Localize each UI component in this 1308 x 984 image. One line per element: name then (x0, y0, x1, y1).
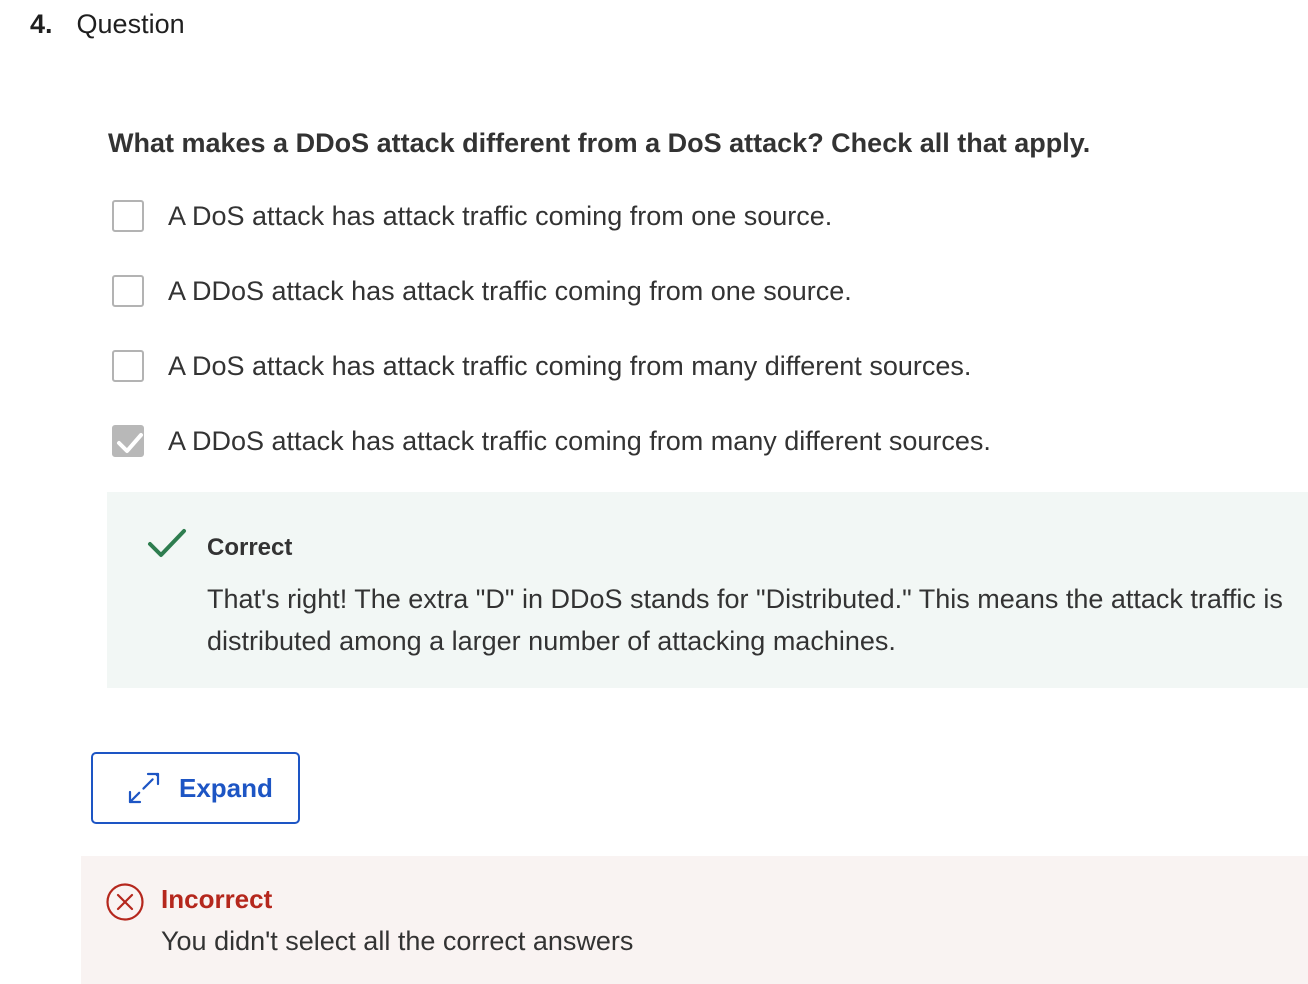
question-number: 4. (30, 8, 53, 39)
x-circle-icon (106, 883, 144, 921)
incorrect-feedback-text: You didn't select all the correct answer… (161, 926, 634, 956)
checkbox[interactable] (112, 275, 144, 307)
question-label: Question (76, 8, 185, 39)
answer-option[interactable]: A DDoS attack has attack traffic coming … (112, 421, 991, 461)
checkbox-checked[interactable] (112, 425, 144, 457)
checkmark-icon (148, 529, 186, 557)
correct-feedback-text: That's right! The extra "D" in DDoS stan… (207, 584, 1283, 656)
incorrect-feedback-panel: Incorrect You didn't select all the corr… (81, 856, 1308, 984)
answer-option[interactable]: A DoS attack has attack traffic coming f… (112, 196, 832, 236)
question-header: 4. Question (30, 4, 185, 44)
correct-feedback-title: Correct (207, 534, 293, 561)
correct-feedback-panel: Correct That's right! The extra "D" in D… (107, 492, 1308, 688)
expand-button[interactable]: Expand (91, 752, 300, 824)
answer-option-label: A DoS attack has attack traffic coming f… (168, 350, 972, 381)
answer-option[interactable]: A DoS attack has attack traffic coming f… (112, 346, 971, 386)
answer-option-label: A DoS attack has attack traffic coming f… (168, 200, 833, 231)
answer-option[interactable]: A DDoS attack has attack traffic coming … (112, 271, 852, 311)
checkbox[interactable] (112, 350, 144, 382)
check-icon (117, 433, 143, 453)
answer-option-label: A DDoS attack has attack traffic coming … (168, 425, 991, 456)
question-prompt: What makes a DDoS attack different from … (108, 128, 1091, 158)
expand-arrows-icon (128, 772, 160, 804)
answer-option-label: A DDoS attack has attack traffic coming … (168, 275, 852, 306)
incorrect-feedback-title: Incorrect (161, 884, 273, 914)
checkbox[interactable] (112, 200, 144, 232)
expand-button-label: Expand (179, 772, 273, 803)
